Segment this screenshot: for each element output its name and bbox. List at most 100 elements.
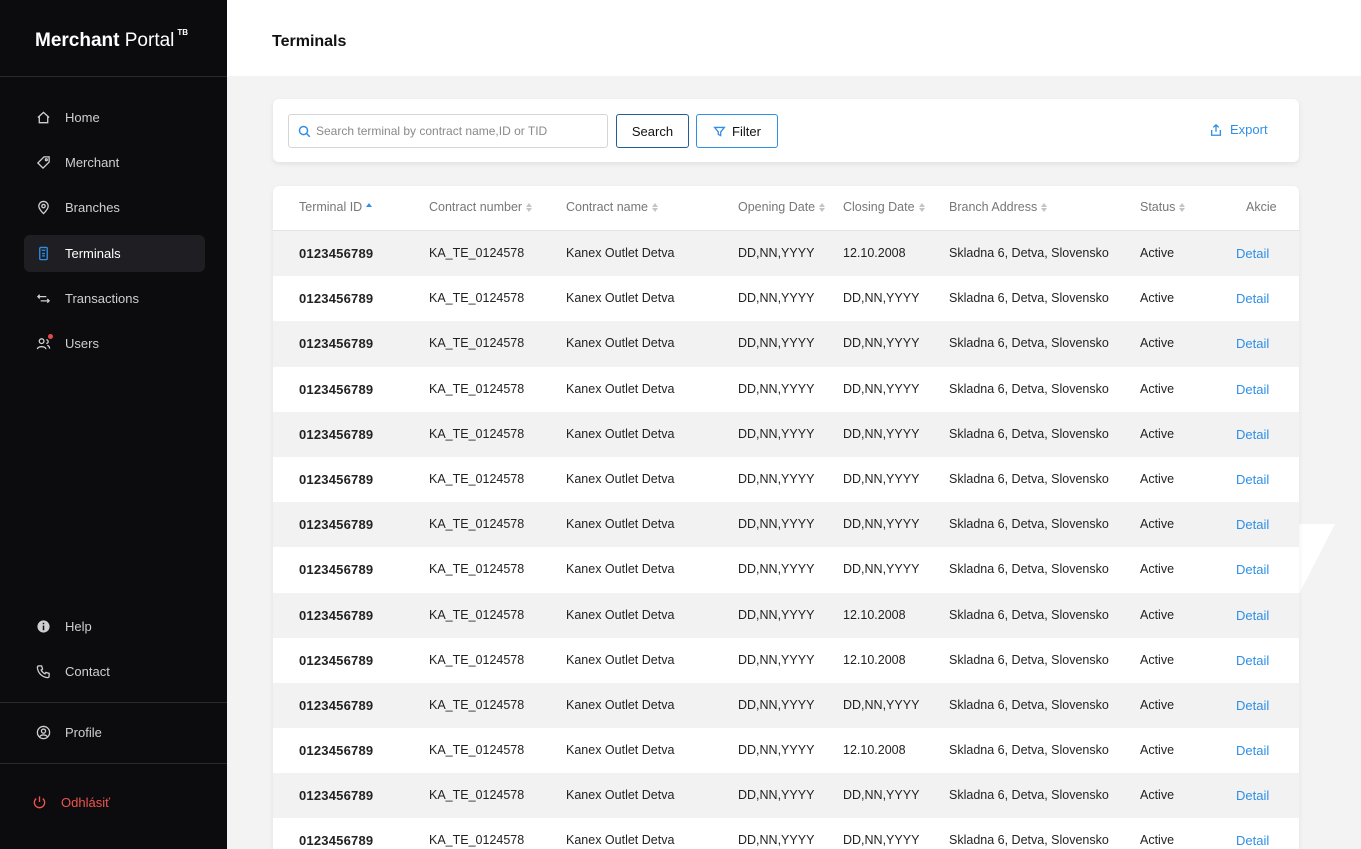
branch-address-cell: Skladna 6, Detva, Slovensko: [949, 381, 1109, 396]
detail-link[interactable]: Detail: [1236, 336, 1269, 351]
table-row[interactable]: 0123456789 KA_TE_0124578 Kanex Outlet Detv…: [273, 637, 1299, 683]
sidebar-item-label: Contact: [65, 664, 110, 679]
contract-name-cell: Kanex Outlet Detva: [566, 517, 675, 532]
contract-number-cell: KA_TE_0124578: [429, 697, 525, 712]
column-header-actions: Akcie: [1246, 200, 1277, 214]
export-icon: [1210, 123, 1222, 136]
terminal-id-cell: 0123456789: [299, 697, 374, 713]
search-input[interactable]: [316, 124, 601, 138]
contract-number-cell: KA_TE_0124578: [429, 562, 525, 577]
status-cell: Active: [1140, 562, 1175, 577]
tag-icon: [35, 155, 51, 171]
sort-icon: [918, 202, 925, 212]
column-header-status[interactable]: Status: [1140, 200, 1186, 214]
contract-number-cell: KA_TE_0124578: [429, 336, 525, 351]
column-header-label: Opening Date: [738, 200, 816, 214]
opening-date-cell: DD,NN,YYYY: [738, 562, 815, 577]
terminal-id-cell: 0123456789: [299, 607, 374, 623]
detail-link[interactable]: Detail: [1236, 833, 1269, 848]
detail-link[interactable]: Detail: [1236, 472, 1269, 487]
closing-date-cell: DD,NN,YYYY: [843, 291, 920, 306]
contract-name-cell: Kanex Outlet Detva: [566, 743, 675, 758]
closing-date-cell: DD,NN,YYYY: [843, 833, 920, 848]
sidebar-item-branches[interactable]: Branches: [24, 189, 205, 226]
opening-date-cell: DD,NN,YYYY: [738, 291, 815, 306]
detail-link[interactable]: Detail: [1236, 291, 1269, 306]
status-cell: Active: [1140, 291, 1175, 306]
transfer-arrows-icon: [35, 291, 51, 307]
detail-link[interactable]: Detail: [1236, 246, 1269, 261]
sidebar-divider: [0, 76, 227, 77]
page-title: Terminals: [272, 33, 347, 50]
sidebar-item-contact[interactable]: Contact: [24, 653, 205, 690]
contract-number-cell: KA_TE_0124578: [429, 426, 525, 441]
detail-link[interactable]: Detail: [1236, 517, 1269, 532]
table-row[interactable]: 0123456789 KA_TE_0124578 Kanex Outlet Detv…: [273, 366, 1299, 412]
column-header-contract-name[interactable]: Contract name: [566, 200, 658, 214]
branch-address-cell: Skladna 6, Detva, Slovensko: [949, 562, 1109, 577]
filter-button[interactable]: Filter: [696, 114, 778, 148]
column-header-opening-date[interactable]: Opening Date: [738, 200, 826, 214]
column-header-label: Closing Date: [843, 200, 915, 214]
search-button[interactable]: Search: [616, 114, 689, 148]
sidebar-item-users[interactable]: Users: [24, 325, 205, 362]
sidebar-item-help[interactable]: Help: [24, 608, 205, 645]
table-row[interactable]: 0123456789 KA_TE_0124578 Kanex Outlet Detv…: [273, 321, 1299, 367]
terminal-device-icon: [35, 246, 51, 262]
sidebar-item-merchant[interactable]: Merchant: [24, 144, 205, 181]
closing-date-cell: DD,NN,YYYY: [843, 697, 920, 712]
detail-link[interactable]: Detail: [1236, 653, 1269, 668]
table-row[interactable]: 0123456789 KA_TE_0124578 Kanex Outlet Detv…: [273, 456, 1299, 503]
table-row[interactable]: 0123456789 KA_TE_0124578 Kanex Outlet Detv…: [273, 547, 1299, 593]
opening-date-cell: DD,NN,YYYY: [738, 246, 815, 260]
table-row[interactable]: 0123456789 KA_TE_0124578 Kanex Outlet Detv…: [273, 728, 1299, 774]
table-row[interactable]: 0123456789 KA_TE_0124578 Kanex Outlet Detv…: [273, 682, 1299, 729]
brand-name-bold: Merchant: [35, 30, 120, 51]
search-toolbar: Search Filter Export: [273, 99, 1299, 162]
branch-address-cell: Skladna 6, Detva, Slovensko: [949, 833, 1109, 848]
contract-number-cell: KA_TE_0124578: [429, 246, 525, 260]
closing-date-cell: 12.10.2008: [843, 246, 906, 260]
export-button[interactable]: Export: [1209, 122, 1268, 137]
closing-date-cell: DD,NN,YYYY: [843, 471, 920, 486]
contract-name-cell: Kanex Outlet Detva: [566, 336, 675, 351]
table-row[interactable]: 0123456789 KA_TE_0124578 Kanex Outlet Detv…: [273, 592, 1299, 638]
contract-name-cell: Kanex Outlet Detva: [566, 833, 675, 848]
status-cell: Active: [1140, 381, 1175, 396]
table-row[interactable]: 0123456789 KA_TE_0124578 Kanex Outlet Detv…: [273, 773, 1299, 819]
notification-dot: [48, 333, 53, 339]
sidebar-item-home[interactable]: Home: [24, 99, 205, 136]
phone-icon: [35, 664, 51, 680]
column-header-label: Akcie: [1246, 200, 1277, 214]
detail-link[interactable]: Detail: [1236, 382, 1269, 397]
table-row[interactable]: 0123456789 KA_TE_0124578 Kanex Outlet Detv…: [273, 502, 1299, 548]
detail-link[interactable]: Detail: [1236, 788, 1269, 803]
sidebar-item-terminals[interactable]: Terminals: [24, 235, 205, 272]
search-field[interactable]: [288, 114, 608, 148]
info-icon: [35, 619, 51, 635]
sidebar-item-profile[interactable]: Profile: [24, 714, 205, 751]
filter-button-label: Filter: [732, 123, 761, 139]
table-row[interactable]: 0123456789 KA_TE_0124578 Kanex Outlet Detv…: [273, 411, 1299, 457]
sidebar-item-transactions[interactable]: Transactions: [24, 280, 205, 317]
export-button-label: Export: [1230, 122, 1268, 137]
column-header-contract-number[interactable]: Contract number: [429, 200, 533, 214]
sort-ascending-icon: [366, 202, 373, 212]
branch-address-cell: Skladna 6, Detva, Slovensko: [949, 743, 1109, 758]
table-row[interactable]: 0123456789 KA_TE_0124578 Kanex Outlet Detv…: [273, 276, 1299, 322]
column-header-closing-date[interactable]: Closing Date: [843, 200, 925, 214]
detail-link[interactable]: Detail: [1236, 743, 1269, 758]
table-row[interactable]: 0123456789 KA_TE_0124578 Kanex Outlet Detv…: [273, 818, 1299, 849]
users-icon: [35, 333, 53, 352]
table-row[interactable]: 0123456789 KA_TE_0124578 Kanex Outlet Detv…: [273, 231, 1299, 277]
detail-link[interactable]: Detail: [1236, 698, 1269, 713]
logout-button[interactable]: Odhlásiť: [20, 784, 201, 821]
opening-date-cell: DD,NN,YYYY: [738, 517, 815, 532]
contract-number-cell: KA_TE_0124578: [429, 652, 525, 667]
detail-link[interactable]: Detail: [1236, 427, 1269, 442]
contract-name-cell: Kanex Outlet Detva: [566, 652, 675, 667]
detail-link[interactable]: Detail: [1236, 562, 1269, 577]
column-header-terminal-id[interactable]: Terminal ID: [299, 200, 373, 214]
detail-link[interactable]: Detail: [1236, 608, 1269, 623]
column-header-branch-address[interactable]: Branch Address: [949, 200, 1048, 214]
